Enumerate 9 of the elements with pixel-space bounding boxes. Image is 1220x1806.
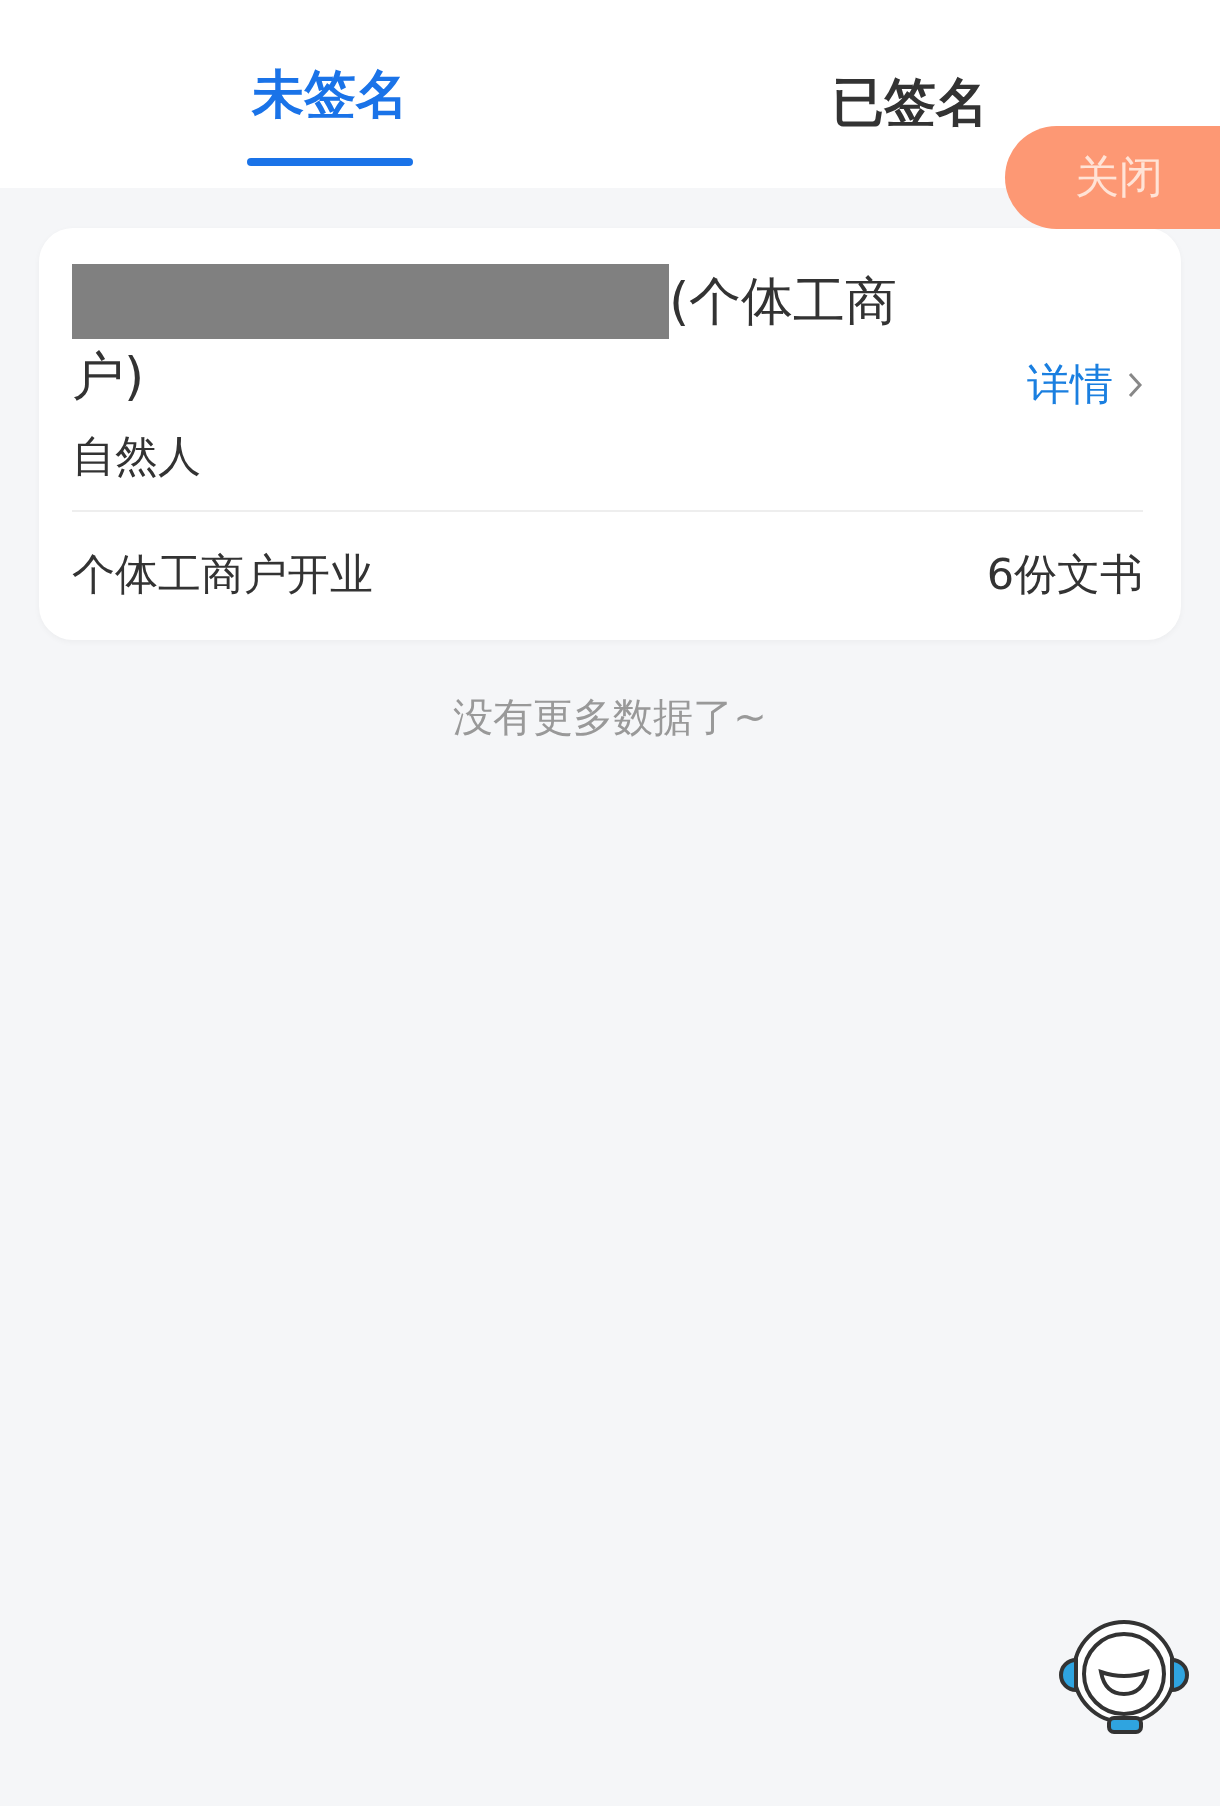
subject-type: 自然人 [72, 430, 202, 483]
business-type: 个体工商户开业 [72, 548, 373, 601]
record-card[interactable]: (个体工商户) 自然人 详情 个体工商户开业 6份文书 [39, 228, 1181, 640]
record-name: (个体工商户) [72, 271, 898, 406]
document-count: 6份文书 [986, 548, 1143, 601]
tab[interactable]: 未签名 [40, 0, 620, 188]
list-end-message: 没有更多数据了~ [452, 693, 768, 742]
details-link[interactable]: 详情 [1027, 356, 1143, 414]
chevron-icon [1127, 371, 1143, 399]
